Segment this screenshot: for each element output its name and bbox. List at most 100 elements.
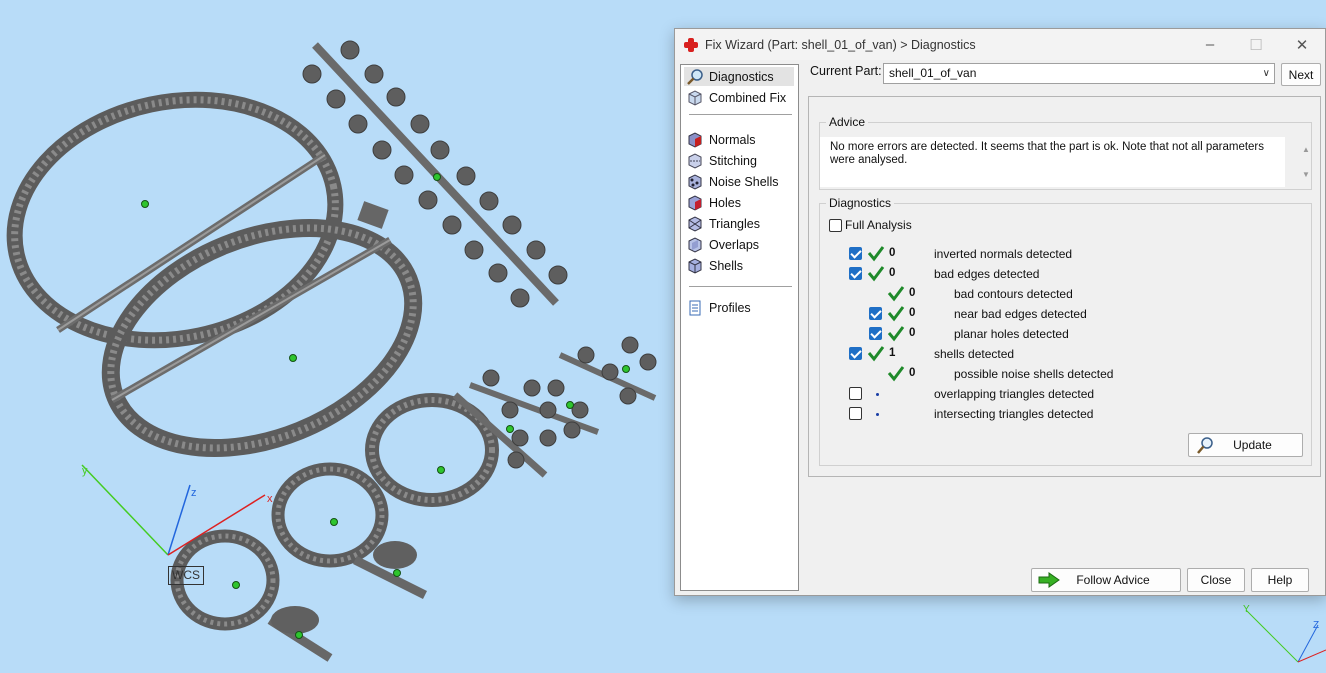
close-window-button[interactable]: ✕ xyxy=(1279,29,1325,60)
holes-cube-icon xyxy=(688,194,702,211)
title-bar[interactable]: Fix Wizard (Part: shell_01_of_van) > Dia… xyxy=(675,29,1325,60)
shells-checkbox[interactable] xyxy=(849,347,862,360)
next-button[interactable]: Next xyxy=(1281,63,1321,86)
nav-item-stitching[interactable]: Stitching xyxy=(684,151,794,170)
wcs-label: WCS xyxy=(168,566,204,585)
status-dot-icon xyxy=(876,413,879,416)
window-title: Fix Wizard (Part: shell_01_of_van) > Dia… xyxy=(705,37,976,52)
full-analysis-label: Full Analysis xyxy=(845,218,912,232)
close-button[interactable]: Close xyxy=(1187,568,1245,592)
follow-advice-label: Follow Advice xyxy=(1076,573,1150,587)
diagnostics-legend: Diagnostics xyxy=(826,196,895,210)
corner-axis-y-label: Y xyxy=(1243,604,1250,615)
green-check-icon xyxy=(867,266,885,282)
nav-item-label: Shells xyxy=(709,258,744,273)
magnifier-icon xyxy=(1197,437,1213,454)
planar-holes-count: 0 xyxy=(909,327,916,339)
scroll-down-icon[interactable]: ▼ xyxy=(1299,162,1313,187)
nav-item-shells[interactable]: Shells xyxy=(684,256,794,275)
help-button[interactable]: Help xyxy=(1251,568,1309,592)
nav-item-label: Stitching xyxy=(709,153,757,168)
update-label: Update xyxy=(1233,438,1272,452)
nav-item-label: Overlaps xyxy=(709,237,760,252)
bad-edges-count: 0 xyxy=(889,267,896,279)
bad-contours-count: 0 xyxy=(909,287,916,299)
green-check-icon xyxy=(887,326,905,342)
red-cross-icon xyxy=(683,37,699,53)
nav-item-combined-fix[interactable]: Combined Fix xyxy=(684,88,794,107)
corner-axes: Y Z xyxy=(1243,604,1326,663)
inverted-normals-label: inverted normals detected xyxy=(934,247,1073,261)
cube-icon xyxy=(688,89,702,106)
document-icon xyxy=(689,300,701,315)
noise-shells-label: possible noise shells detected xyxy=(954,367,1114,381)
minimize-button[interactable]: – xyxy=(1187,29,1233,60)
nav-item-label: Combined Fix xyxy=(709,90,787,105)
nav-item-overlaps[interactable]: Overlaps xyxy=(684,235,794,254)
intersecting-triangles-label: intersecting triangles detected xyxy=(934,407,1094,421)
diagnostics-panel: Advice No more errors are detected. It s… xyxy=(808,96,1321,477)
nav-item-label: Normals xyxy=(709,132,756,147)
green-check-icon xyxy=(887,366,905,382)
status-dot-icon xyxy=(876,393,879,396)
update-button[interactable]: Update xyxy=(1188,433,1303,457)
nav-item-profiles[interactable]: Profiles xyxy=(684,298,794,317)
current-part-select[interactable]: shell_01_of_van ∨ xyxy=(883,63,1275,84)
green-check-icon xyxy=(867,346,885,362)
nav-separator xyxy=(689,114,792,115)
advice-legend: Advice xyxy=(826,115,869,129)
nav-item-noise-shells[interactable]: Noise Shells xyxy=(684,172,794,191)
bad-edges-label: bad edges detected xyxy=(934,267,1040,281)
nav-item-label: Noise Shells xyxy=(709,174,779,189)
near-bad-edges-checkbox[interactable] xyxy=(869,307,882,320)
svg-text:y: y xyxy=(82,465,88,477)
axis-x-label: x xyxy=(267,493,273,505)
magnifier-icon xyxy=(687,68,703,85)
overlapping-triangles-label: overlapping triangles detected xyxy=(934,387,1095,401)
fix-steps-list: Diagnostics Combined Fix Normals Stitchi… xyxy=(680,64,799,591)
green-check-icon xyxy=(887,306,905,322)
nav-item-diagnostics[interactable]: Diagnostics xyxy=(684,67,794,86)
follow-advice-button[interactable]: Follow Advice xyxy=(1031,568,1181,592)
nav-item-holes[interactable]: Holes xyxy=(684,193,794,212)
maximize-button[interactable]: ☐ xyxy=(1233,29,1279,60)
triangles-icon xyxy=(688,215,702,232)
fix-wizard-dialog: Fix Wizard (Part: shell_01_of_van) > Dia… xyxy=(674,28,1326,596)
nav-separator xyxy=(689,286,792,287)
nav-item-label: Profiles xyxy=(709,300,751,315)
near-bad-edges-count: 0 xyxy=(909,307,916,319)
shells-count: 1 xyxy=(889,347,896,359)
bad-edges-checkbox[interactable] xyxy=(849,267,862,280)
noise-shells-icon xyxy=(688,173,702,190)
full-analysis-checkbox[interactable] xyxy=(829,219,842,232)
nav-item-label: Diagnostics xyxy=(709,69,774,84)
green-arrow-icon xyxy=(1038,572,1060,588)
bad-contours-label: bad contours detected xyxy=(954,287,1073,301)
chevron-down-icon: ∨ xyxy=(1262,68,1270,79)
corner-axis-z-label: Z xyxy=(1313,620,1319,631)
current-part-value: shell_01_of_van xyxy=(889,66,977,80)
current-part-label: Current Part: xyxy=(810,64,882,78)
axis-z-label: z xyxy=(191,487,197,499)
intersecting-triangles-checkbox[interactable] xyxy=(849,407,862,420)
green-check-icon xyxy=(867,246,885,262)
shells-label: shells detected xyxy=(934,347,1015,361)
advice-text: No more errors are detected. It seems th… xyxy=(820,137,1285,187)
normals-cube-icon xyxy=(688,131,702,148)
nav-item-triangles[interactable]: Triangles xyxy=(684,214,794,233)
stitching-cube-icon xyxy=(688,152,702,169)
planar-holes-checkbox[interactable] xyxy=(869,327,882,340)
overlapping-triangles-checkbox[interactable] xyxy=(849,387,862,400)
green-check-icon xyxy=(887,286,905,302)
overlaps-cube-icon xyxy=(688,236,702,253)
nav-item-normals[interactable]: Normals xyxy=(684,130,794,149)
near-bad-edges-label: near bad edges detected xyxy=(954,307,1087,321)
noise-shells-count: 0 xyxy=(909,367,916,379)
nav-item-label: Holes xyxy=(709,195,741,210)
scroll-up-icon[interactable]: ▲ xyxy=(1299,137,1313,162)
planar-holes-label: planar holes detected xyxy=(954,327,1069,341)
nav-item-label: Triangles xyxy=(709,216,760,231)
advice-scrollbar[interactable]: ▲ ▼ xyxy=(1299,137,1313,187)
inverted-normals-checkbox[interactable] xyxy=(849,247,862,260)
inverted-normals-count: 0 xyxy=(889,247,896,259)
